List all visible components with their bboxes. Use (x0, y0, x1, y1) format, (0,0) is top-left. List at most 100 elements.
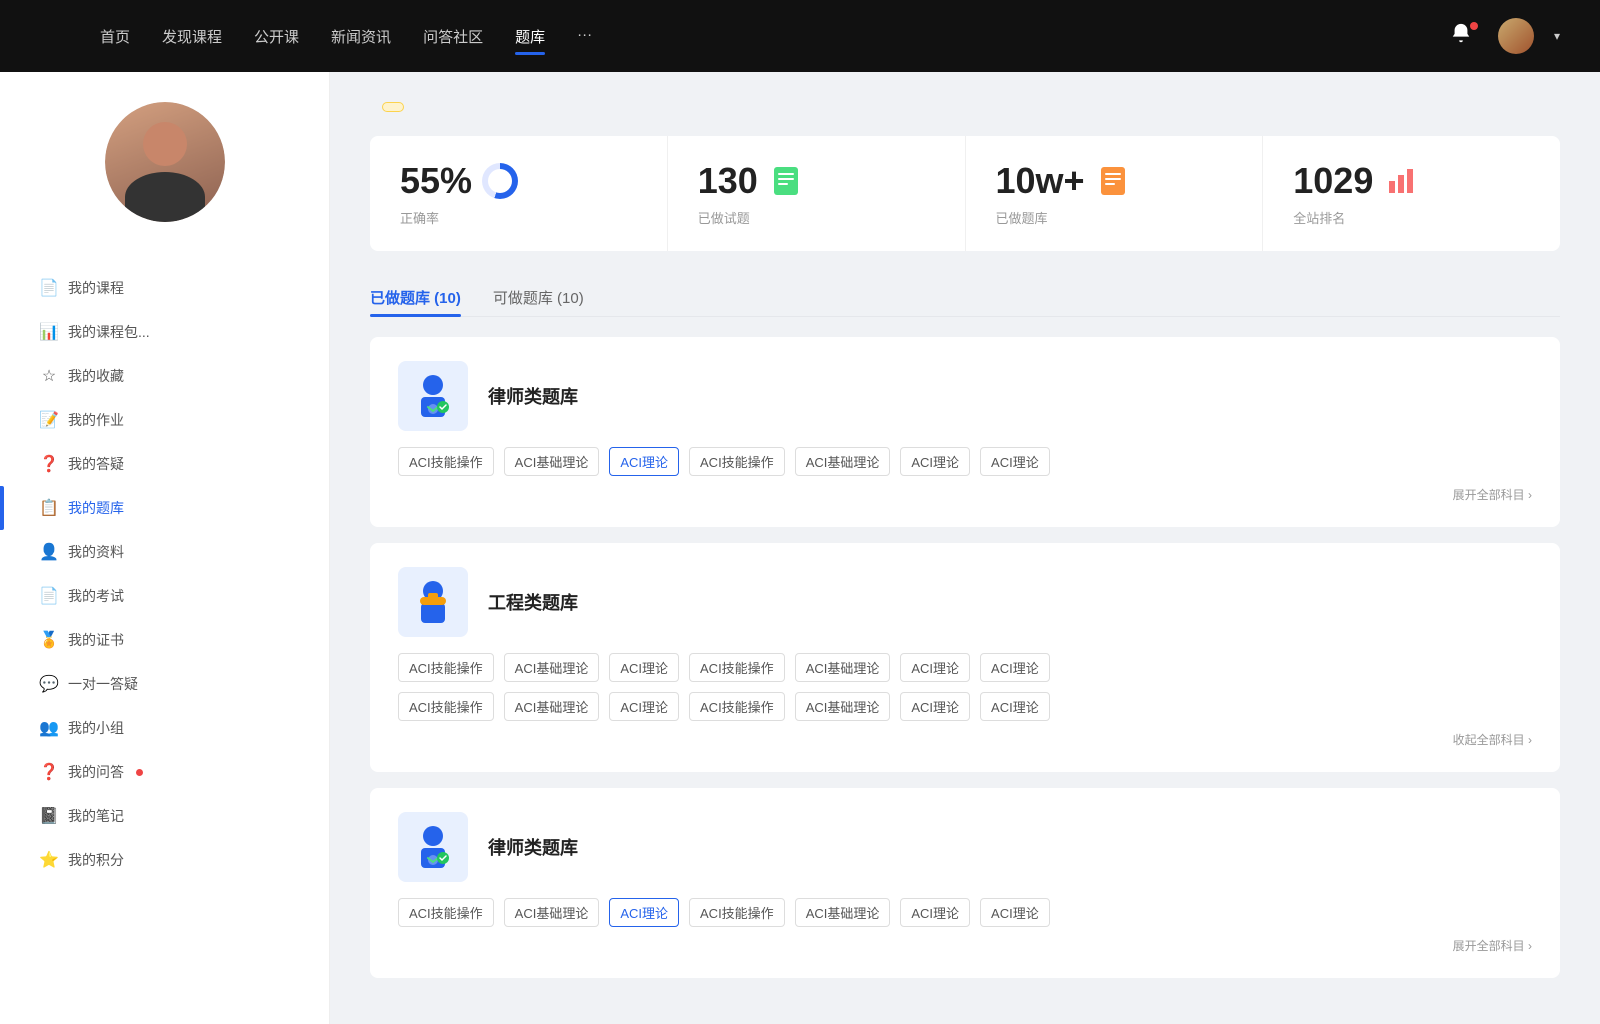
sidebar-item-label: 我的证书 (68, 630, 124, 650)
subject-tag[interactable]: ACI技能操作 (398, 653, 494, 682)
subject-tag[interactable]: ACI理论 (980, 447, 1050, 476)
sidebar-item[interactable]: 👥我的小组 (20, 706, 309, 750)
sidebar-item[interactable]: 📄我的考试 (20, 574, 309, 618)
subject-tag[interactable]: ACI基础理论 (504, 447, 600, 476)
sidebar-item[interactable]: 📝我的作业 (20, 398, 309, 442)
main-content: 55%正确率130已做试题10w+已做题库1029全站排名 已做题库 (10)可… (330, 72, 1600, 1024)
nav-links: 首页 发现课程 公开课 新闻资讯 问答社区 题库 ··· (100, 22, 1390, 51)
sidebar-item-label: 一对一答疑 (68, 674, 138, 694)
sidebar-item[interactable]: 🏅 我的证书 (20, 618, 309, 662)
sidebar-item-icon: ❓ (40, 763, 58, 781)
sidebar-item[interactable]: ❓ 我的问答 (20, 750, 309, 794)
expand-link[interactable]: 展开全部科目 › (398, 486, 1532, 503)
stat-item: 130已做试题 (668, 136, 966, 251)
navbar: 首页 发现课程 公开课 新闻资讯 问答社区 题库 ··· ▾ (0, 0, 1600, 72)
tags-row: ACI技能操作 ACI基础理论 ACI理论 ACI技能操作 ACI基础理论 ACI理论 AC… (398, 653, 1532, 682)
sidebar-item-label: 我的小组 (68, 718, 124, 738)
subject-tag[interactable]: ACI理论 (609, 898, 679, 927)
sidebar-item-icon: 📊 (40, 323, 58, 341)
sidebar-item-icon: 📄 (40, 587, 58, 605)
nav-link[interactable]: 公开课 (254, 22, 299, 51)
sidebar-item-label: 我的笔记 (68, 806, 124, 826)
subject-tag[interactable]: ACI技能操作 (398, 898, 494, 927)
sidebar-item-icon: ⭐ (40, 851, 58, 869)
sidebar-item[interactable]: ❓我的答疑 (20, 442, 309, 486)
subject-tag[interactable]: ACI理论 (980, 898, 1050, 927)
engineer-icon (408, 577, 458, 627)
sidebar-item[interactable]: 💬一对一答疑 (20, 662, 309, 706)
nav-link[interactable]: 发现课程 (162, 22, 222, 51)
trial-badge (382, 102, 404, 112)
sidebar-menu: 📄我的课程📊我的课程包...☆我的收藏📝我的作业❓我的答疑📋我的题库👤我的资料📄… (0, 266, 329, 882)
chevron-down-icon[interactable]: ▾ (1554, 29, 1560, 43)
stats-row: 55%正确率130已做试题10w+已做题库1029全站排名 (370, 136, 1560, 251)
sidebar-item-icon: 📄 (40, 279, 58, 297)
avatar[interactable] (1498, 18, 1534, 54)
subject-tag[interactable]: ACI理论 (980, 653, 1050, 682)
qbank-name: 律师类题库 (488, 383, 578, 409)
sidebar-item-icon: ☆ (40, 367, 58, 385)
nav-link[interactable]: ··· (577, 22, 592, 51)
stat-label: 已做试题 (698, 208, 935, 227)
sidebar-item-label: 我的课程 (68, 278, 124, 298)
sidebar-item-label: 我的课程包... (68, 322, 150, 342)
subject-tag[interactable]: ACI理论 (900, 898, 970, 927)
stat-icon (482, 163, 518, 199)
subject-tag[interactable]: ACI理论 (900, 692, 970, 721)
notification-dot (136, 769, 143, 776)
subject-tag[interactable]: ACI理论 (609, 447, 679, 476)
subject-tag[interactable]: ACI理论 (900, 653, 970, 682)
nav-link[interactable]: 题库 (515, 22, 545, 51)
sidebar-item-label: 我的作业 (68, 410, 124, 430)
subject-tag[interactable]: ACI理论 (609, 653, 679, 682)
qbank-card: 工程类题库ACI技能操作ACI基础理论ACI理论ACI技能操作ACI基础理论AC… (370, 543, 1560, 772)
subject-tag[interactable]: ACI基础理论 (504, 898, 600, 927)
subject-tag[interactable]: ACI理论 (609, 692, 679, 721)
subject-tag[interactable]: ACI基础理论 (795, 692, 891, 721)
subject-tag[interactable]: ACI技能操作 (689, 447, 785, 476)
qbank-header: 律师类题库 (398, 812, 1532, 882)
sidebar-item-label: 我的答疑 (68, 454, 124, 474)
tabs-row: 已做题库 (10) 可做题库 (10) (370, 279, 1560, 317)
subject-tag[interactable]: ACI基础理论 (795, 898, 891, 927)
sidebar-item-label: 我的收藏 (68, 366, 124, 386)
subject-tag[interactable]: ACI基础理论 (504, 692, 600, 721)
tab-item[interactable]: 可做题库 (10) (493, 279, 584, 316)
subject-tag[interactable]: ACI基础理论 (795, 447, 891, 476)
subject-tag[interactable]: ACI技能操作 (398, 447, 494, 476)
stat-value: 1029 (1293, 160, 1373, 202)
qbank-icon (398, 567, 468, 637)
stat-icon (1383, 163, 1419, 199)
subject-tag[interactable]: ACI理论 (900, 447, 970, 476)
sidebar-item-icon: 🏅 (40, 631, 58, 649)
subject-tag[interactable]: ACI技能操作 (689, 898, 785, 927)
lawyer-icon (408, 371, 458, 421)
subject-tag[interactable]: ACI理论 (980, 692, 1050, 721)
nav-link[interactable]: 新闻资讯 (331, 22, 391, 51)
subject-tag[interactable]: ACI技能操作 (398, 692, 494, 721)
sidebar-item[interactable]: 👤我的资料 (20, 530, 309, 574)
stat-label: 已做题库 (996, 208, 1233, 227)
stat-item: 10w+已做题库 (966, 136, 1264, 251)
subject-tag[interactable]: ACI技能操作 (689, 692, 785, 721)
layout: 📄我的课程📊我的课程包...☆我的收藏📝我的作业❓我的答疑📋我的题库👤我的资料📄… (0, 72, 1600, 1024)
subject-tag[interactable]: ACI基础理论 (795, 653, 891, 682)
user-avatar (105, 102, 225, 222)
nav-link[interactable]: 首页 (100, 22, 130, 51)
sidebar-item[interactable]: 📋我的题库 (20, 486, 309, 530)
sidebar-item[interactable]: 📄 我的课程 (20, 266, 309, 310)
sidebar-item[interactable]: 📊 我的课程包... (20, 310, 309, 354)
qbank-name: 工程类题库 (488, 589, 578, 615)
sidebar-item[interactable]: ⭐我的积分 (20, 838, 309, 882)
notification-bell[interactable] (1450, 22, 1478, 50)
subject-tag[interactable]: ACI技能操作 (689, 653, 785, 682)
subject-tag[interactable]: ACI基础理论 (504, 653, 600, 682)
sidebar-item-label: 我的问答 (68, 762, 124, 782)
nav-link[interactable]: 问答社区 (423, 22, 483, 51)
tab-item[interactable]: 已做题库 (10) (370, 279, 461, 316)
page-header (370, 102, 1560, 112)
sidebar-item[interactable]: 📓我的笔记 (20, 794, 309, 838)
expand-link[interactable]: 收起全部科目 › (398, 731, 1532, 748)
expand-link[interactable]: 展开全部科目 › (398, 937, 1532, 954)
sidebar-item[interactable]: ☆ 我的收藏 (20, 354, 309, 398)
